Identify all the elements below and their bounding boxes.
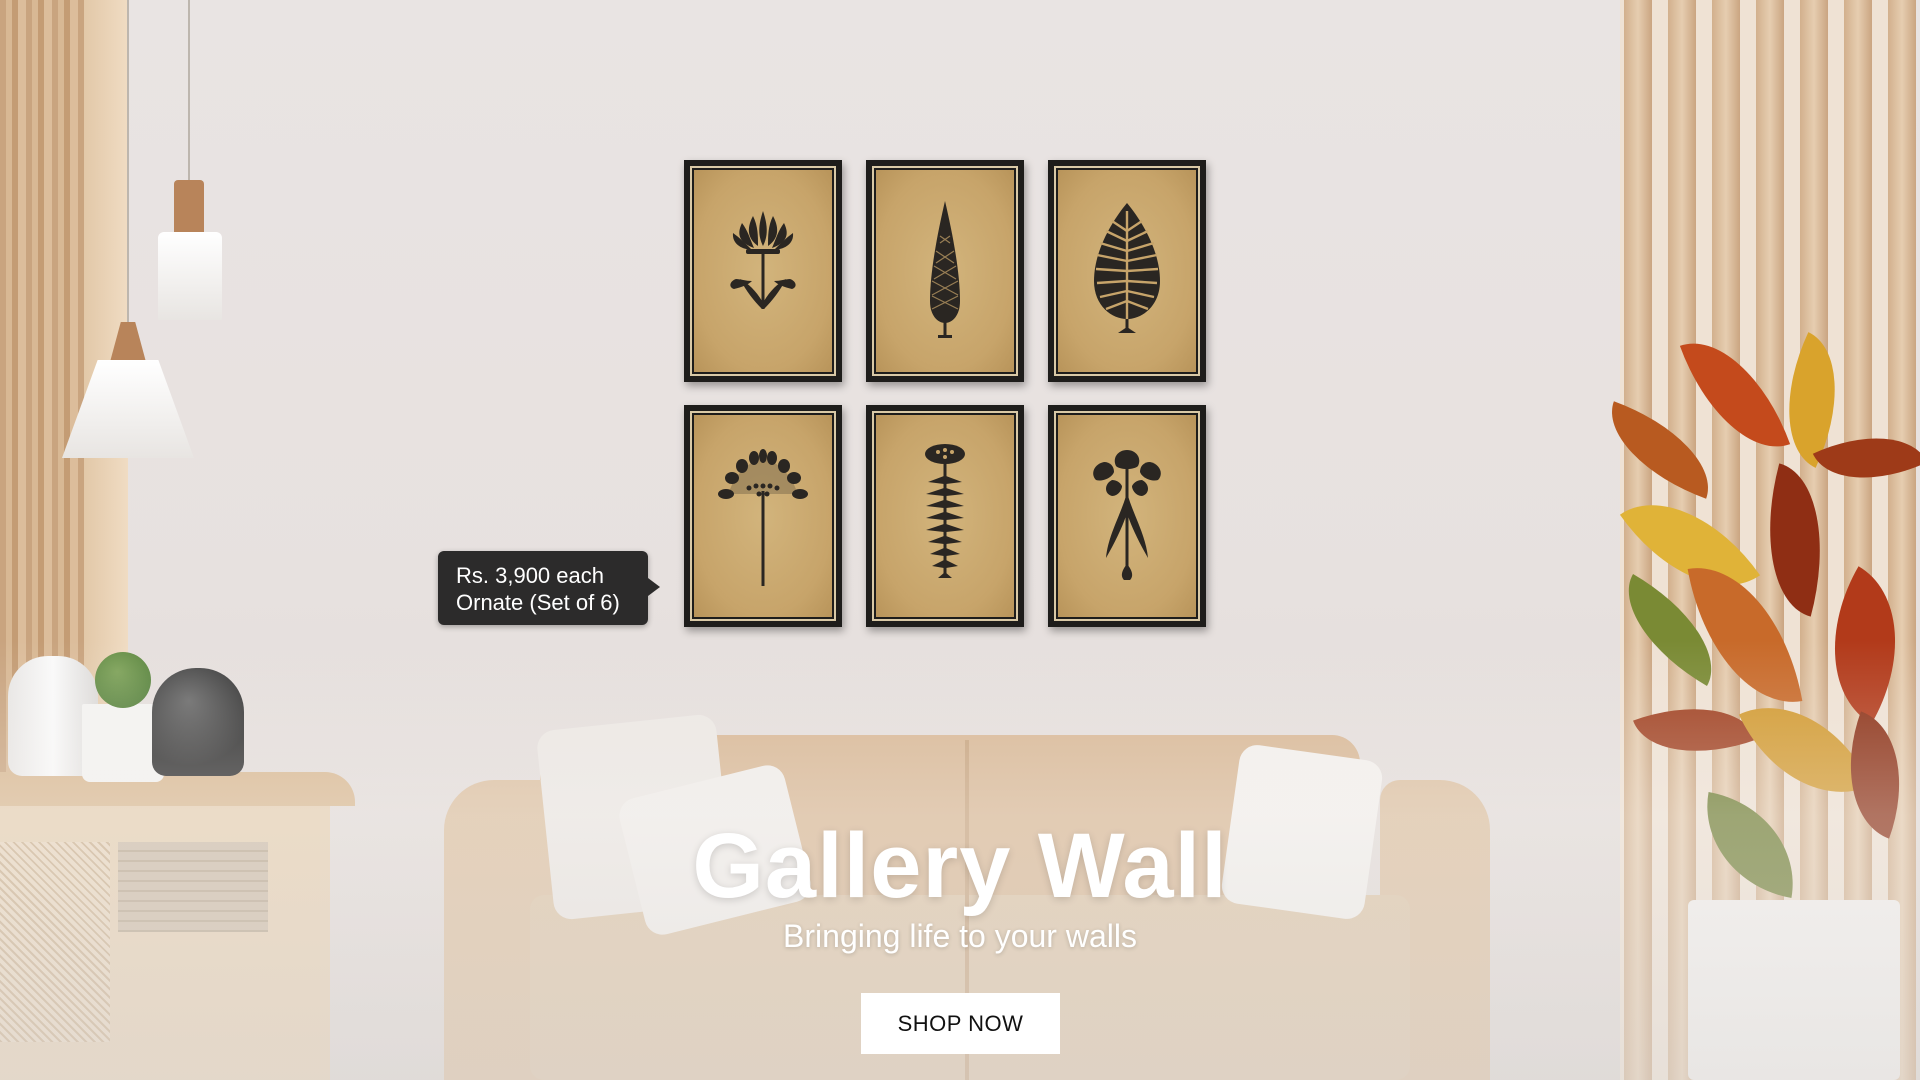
shop-now-button[interactable]: SHOP NOW: [861, 993, 1060, 1054]
art-frame[interactable]: [684, 405, 842, 627]
product-hotspot-tooltip[interactable]: Rs. 3,900 each Ornate (Set of 6): [438, 551, 660, 625]
hero-banner: Rs. 3,900 each Ornate (Set of 6) Gallery…: [0, 0, 1920, 1080]
art-frame[interactable]: [1048, 405, 1206, 627]
allium-umbel-icon: [718, 449, 808, 586]
product-price: Rs. 3,900 each: [456, 563, 604, 588]
art-frame[interactable]: [1048, 160, 1206, 382]
cypress-cone-icon: [930, 201, 960, 338]
fern-leaf-icon: [1094, 203, 1160, 333]
product-name: Ornate (Set of 6): [456, 590, 620, 615]
art-frame[interactable]: [866, 405, 1024, 627]
art-frame[interactable]: [684, 160, 842, 382]
art-frame[interactable]: [866, 160, 1024, 382]
fern-stalk-icon: [925, 444, 965, 578]
lotus-flower-icon: [730, 211, 796, 309]
carnation-cluster-icon: [1093, 450, 1161, 580]
hero-title: Gallery Wall: [692, 815, 1228, 917]
hero-subtitle: Bringing life to your walls: [783, 918, 1137, 954]
